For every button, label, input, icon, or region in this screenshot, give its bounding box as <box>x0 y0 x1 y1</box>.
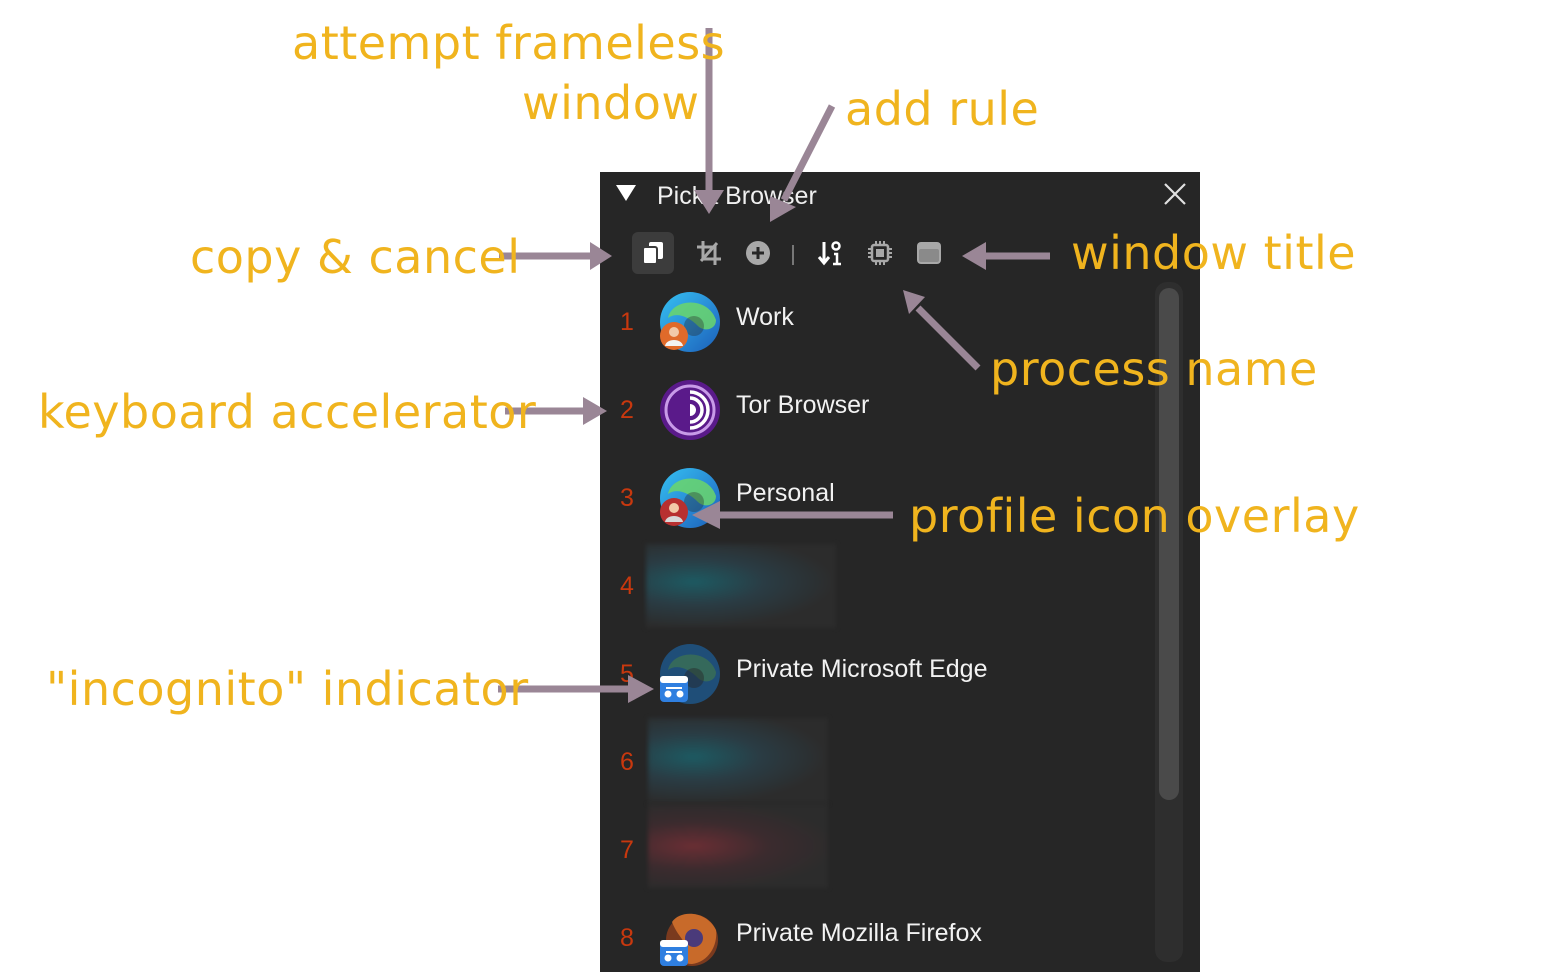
blurred-entry <box>646 544 836 628</box>
close-icon[interactable] <box>1162 181 1188 207</box>
collapse-triangle-icon[interactable] <box>616 185 636 201</box>
edge-icon <box>660 292 720 352</box>
sort-button[interactable] <box>809 232 851 274</box>
keyboard-accelerator: 7 <box>620 836 634 864</box>
browser-row-4[interactable]: 4 <box>600 540 1150 628</box>
window-icon <box>917 242 941 264</box>
keyboard-accelerator: 8 <box>620 924 634 952</box>
annotation-frameless-line2: window <box>522 76 700 130</box>
firefox-icon <box>660 913 718 966</box>
title-bar[interactable]: Picka Browser <box>600 172 1200 216</box>
browser-label: Personal <box>736 479 835 507</box>
annotation-copy-cancel: copy & cancel <box>190 230 521 284</box>
add-rule-button[interactable] <box>737 232 779 274</box>
browser-row-private-firefox[interactable]: 8 Private Mozilla Firefox <box>600 892 1150 980</box>
browser-row-7[interactable]: 7 <box>600 804 1150 892</box>
browser-label: Private Mozilla Firefox <box>736 919 982 947</box>
browser-label: Private Microsoft Edge <box>736 655 988 683</box>
window-title-button[interactable] <box>908 232 950 274</box>
annotation-incognito-indicator: "incognito" indicator <box>46 662 529 716</box>
window-title: Picka Browser <box>657 182 817 210</box>
browser-label: Work <box>736 303 794 331</box>
keyboard-accelerator: 1 <box>620 308 634 336</box>
annotation-keyboard-accelerator: keyboard accelerator <box>38 385 537 439</box>
blurred-entry <box>648 804 828 888</box>
browser-picker-window: Picka Browser 1 Work 2 Tor Browser 3 Per… <box>600 172 1200 972</box>
copy-cancel-button[interactable] <box>632 232 674 274</box>
keyboard-accelerator: 3 <box>620 484 634 512</box>
annotation-profile-icon-overlay: profile icon overlay <box>909 489 1360 543</box>
browser-row-6[interactable]: 6 <box>600 716 1150 804</box>
frameless-window-button[interactable] <box>688 232 730 274</box>
copy-icon <box>642 242 663 265</box>
annotation-window-title: window title <box>1071 226 1357 280</box>
edge-icon <box>660 468 720 528</box>
annotation-frameless-line1: attempt frameless <box>292 16 726 70</box>
chip-icon <box>868 241 892 265</box>
blurred-entry <box>648 718 828 804</box>
keyboard-accelerator: 4 <box>620 572 634 600</box>
process-name-button[interactable] <box>859 232 901 274</box>
tor-icon <box>660 380 720 440</box>
browser-label: Tor Browser <box>736 391 870 419</box>
sort-icon <box>817 241 841 266</box>
crop-icon <box>697 241 721 265</box>
toolbar-separator <box>792 245 794 265</box>
add-circle-icon <box>746 241 770 265</box>
browser-row-private-edge[interactable]: 5 Private Microsoft Edge <box>600 628 1150 716</box>
annotation-add-rule: add rule <box>845 82 1040 136</box>
keyboard-accelerator: 2 <box>620 396 634 424</box>
annotation-process-name: process name <box>990 342 1318 396</box>
keyboard-accelerator: 6 <box>620 748 634 776</box>
keyboard-accelerator: 5 <box>620 660 634 688</box>
edge-icon <box>660 644 720 704</box>
